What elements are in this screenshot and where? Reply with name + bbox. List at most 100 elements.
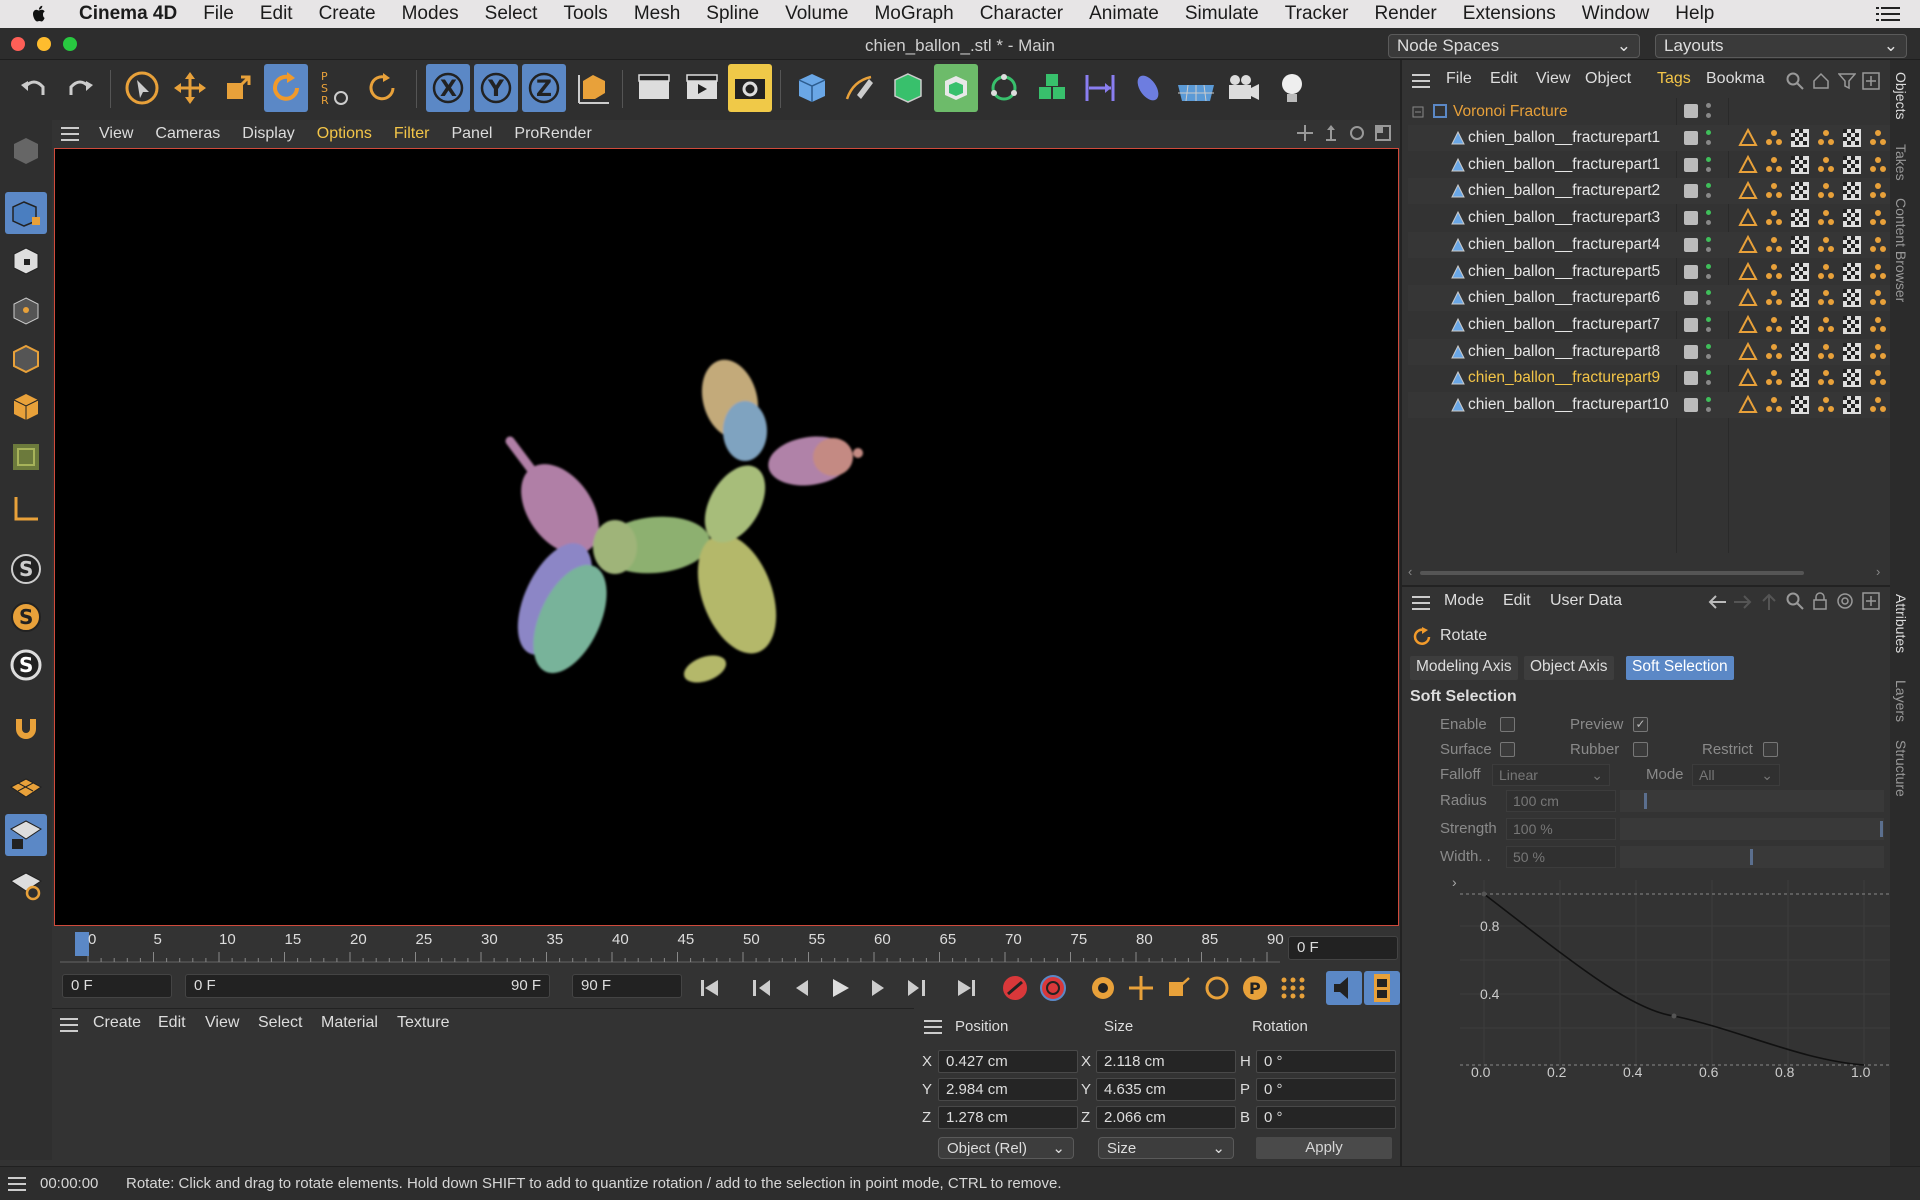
phong-tag-icon[interactable]: [1738, 288, 1758, 312]
z-axis-lock-button[interactable]: Z: [522, 64, 566, 112]
fracture-tag-icon[interactable]: [1868, 181, 1888, 205]
editor-visibility-dot[interactable]: [1706, 370, 1711, 376]
position-y-field[interactable]: 2.984 cm: [938, 1078, 1078, 1101]
editor-visibility-dot[interactable]: [1706, 263, 1711, 269]
pan-view-icon[interactable]: [1296, 124, 1314, 146]
material-tag-icon[interactable]: [1790, 395, 1810, 419]
object-name[interactable]: chien_ballon__fracturepart1: [1468, 156, 1660, 174]
menu-volume[interactable]: Volume: [772, 3, 861, 25]
visibility-checkbox[interactable]: [1684, 211, 1698, 226]
size-z-field[interactable]: 2.066 cm: [1096, 1106, 1236, 1129]
new-window-icon[interactable]: [1862, 592, 1880, 614]
light-button[interactable]: [1270, 64, 1314, 112]
menu-extensions[interactable]: Extensions: [1450, 3, 1569, 25]
target-icon[interactable]: [1836, 592, 1854, 614]
material-tag-icon[interactable]: [1842, 181, 1862, 205]
current-frame-field[interactable]: 0 F: [1288, 936, 1398, 960]
next-key-icon[interactable]: [902, 976, 930, 1004]
menu-file[interactable]: File: [190, 3, 247, 25]
side-tab-attributes[interactable]: Attributes: [1893, 594, 1909, 653]
strength-field[interactable]: 100 %: [1506, 818, 1616, 840]
fracture-tag-icon[interactable]: [1764, 342, 1784, 366]
tab-modeling-axis[interactable]: Modeling Axis: [1410, 656, 1518, 680]
object-row[interactable]: chien_ballon__fracturepart4: [1408, 231, 1890, 259]
scale-tool-button[interactable]: [216, 64, 260, 112]
object-row[interactable]: chien_ballon__fracturepart6: [1408, 285, 1890, 312]
menu-mesh[interactable]: Mesh: [621, 3, 693, 25]
side-tab-structure[interactable]: Structure: [1893, 740, 1909, 797]
fracture-tag-icon[interactable]: [1868, 368, 1888, 392]
locked-workplane-button[interactable]: [5, 814, 47, 856]
object-name[interactable]: chien_ballon__fracturepart3: [1468, 209, 1660, 227]
menu-character[interactable]: Character: [967, 3, 1076, 25]
phong-tag-icon[interactable]: [1738, 394, 1758, 419]
fracture-tag-icon[interactable]: [1816, 368, 1836, 392]
rotation-b-field[interactable]: 0 °: [1256, 1106, 1396, 1129]
material-tag-icon[interactable]: [1790, 288, 1810, 312]
up-arrow-icon[interactable]: [1760, 592, 1778, 616]
fracture-tag-icon[interactable]: [1764, 262, 1784, 286]
menu-modes[interactable]: Modes: [389, 3, 472, 25]
falloff-curve-graph[interactable]: [1460, 880, 1890, 1080]
edges-mode-button[interactable]: [5, 338, 47, 380]
pen-spline-button[interactable]: [838, 64, 882, 112]
hamburger-icon[interactable]: [924, 1020, 942, 1038]
editor-visibility-dot[interactable]: [1706, 236, 1711, 242]
object-row[interactable]: chien_ballon__fracturepart7: [1408, 312, 1890, 338]
material-tag-icon[interactable]: [1790, 342, 1810, 366]
fracture-tag-icon[interactable]: [1816, 235, 1836, 259]
camera-button[interactable]: [1222, 64, 1266, 112]
size-mode-dropdown[interactable]: Size ⌄: [1098, 1137, 1234, 1159]
previous-frame-icon[interactable]: [788, 976, 816, 1004]
menu-help[interactable]: Help: [1662, 3, 1727, 25]
render-visibility-dot[interactable]: [1706, 193, 1711, 199]
layouts-dropdown[interactable]: Layouts ⌄: [1655, 34, 1907, 58]
hamburger-icon[interactable]: [1412, 596, 1430, 614]
render-visibility-dot[interactable]: [1706, 113, 1711, 118]
viewport-menu-prorender[interactable]: ProRender: [503, 125, 602, 143]
object-row-voronoi[interactable]: Voronoi Fracture: [1408, 99, 1890, 125]
fracture-tag-icon[interactable]: [1764, 315, 1784, 339]
viewport-menu-cameras[interactable]: Cameras: [144, 125, 231, 143]
object-menu-view[interactable]: View: [1536, 70, 1570, 88]
material-menu-texture[interactable]: Texture: [397, 1014, 449, 1032]
object-menu-edit[interactable]: Edit: [1490, 70, 1518, 88]
position-z-field[interactable]: 1.278 cm: [938, 1106, 1078, 1129]
object-row[interactable]: chien_ballon__fracturepart9: [1408, 365, 1890, 391]
cube-object-button[interactable]: [790, 64, 834, 112]
object-row[interactable]: chien_ballon__fracturepart10: [1408, 392, 1890, 418]
visibility-checkbox[interactable]: [1684, 157, 1698, 172]
apply-button[interactable]: Apply: [1256, 1137, 1392, 1159]
psr-tool-button[interactable]: PSR: [312, 64, 356, 112]
object-name[interactable]: chien_ballon__fracturepart7: [1468, 316, 1660, 334]
hamburger-icon[interactable]: [1412, 74, 1430, 92]
previous-key-icon[interactable]: [748, 976, 776, 1004]
material-tag-icon[interactable]: [1842, 315, 1862, 339]
expand-arrow-icon[interactable]: ›: [1452, 874, 1457, 890]
object-menu-object[interactable]: Object: [1585, 70, 1631, 88]
snap-magnet-button[interactable]: [5, 706, 47, 748]
fracture-tag-icon[interactable]: [1868, 128, 1888, 152]
object-name[interactable]: chien_ballon__fracturepart5: [1468, 263, 1660, 281]
subdivision-surface-button[interactable]: [886, 64, 930, 112]
visibility-checkbox[interactable]: [1684, 184, 1698, 199]
app-menu[interactable]: Cinema 4D: [66, 3, 190, 25]
visibility-checkbox[interactable]: [1684, 344, 1698, 359]
material-menu-material[interactable]: Material: [321, 1014, 378, 1032]
3d-viewport[interactable]: [54, 148, 1399, 926]
new-window-icon[interactable]: [1862, 72, 1880, 94]
material-tag-icon[interactable]: [1842, 235, 1862, 259]
size-y-field[interactable]: 4.635 cm: [1096, 1078, 1236, 1101]
material-tag-icon[interactable]: [1790, 155, 1810, 179]
fracture-tag-icon[interactable]: [1868, 208, 1888, 232]
material-tag-icon[interactable]: [1790, 235, 1810, 259]
playhead[interactable]: [75, 932, 89, 956]
object-name[interactable]: chien_ballon__fracturepart8: [1468, 343, 1660, 361]
forward-arrow-icon[interactable]: [1732, 592, 1754, 616]
key-scale-icon[interactable]: [1164, 974, 1194, 1006]
restrict-checkbox[interactable]: [1763, 742, 1778, 757]
viewport-menu-filter[interactable]: Filter: [383, 125, 441, 143]
object-row[interactable]: chien_ballon__fracturepart3: [1408, 205, 1890, 231]
polygons-mode-button[interactable]: [5, 386, 47, 428]
phong-tag-icon[interactable]: [1738, 207, 1758, 232]
